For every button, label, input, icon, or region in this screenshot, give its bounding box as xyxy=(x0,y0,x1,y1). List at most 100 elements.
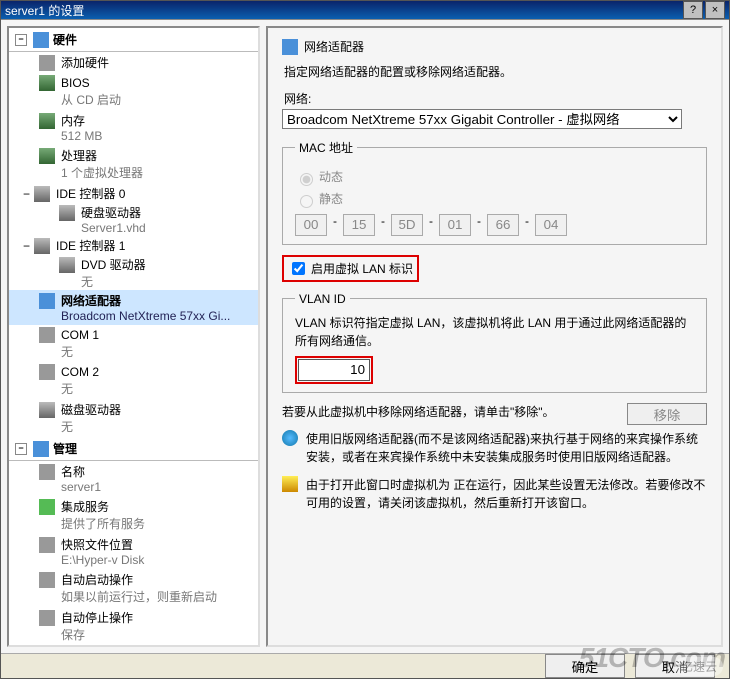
remove-button[interactable]: 移除 xyxy=(627,403,707,425)
vlan-enable-checkbox[interactable] xyxy=(292,262,305,275)
vlan-desc: VLAN 标识符指定虚拟 LAN，该虚拟机将此 LAN 用于通过此网络适配器的所… xyxy=(295,314,694,350)
tree-item-network-adapter[interactable]: 网络适配器 Broadcom NetXtreme 57xx Gi... xyxy=(9,290,258,325)
section-management-label: 管理 xyxy=(53,440,77,457)
mac-3[interactable] xyxy=(439,214,471,236)
titlebar[interactable]: server1 的设置 ? × xyxy=(1,1,729,19)
help-button[interactable]: ? xyxy=(683,1,703,19)
mac-dynamic-radio[interactable] xyxy=(300,173,313,186)
warn-message: 由于打开此窗口时虚拟机为 正在运行，因此某些设置无法修改。若要修改不可用的设置，… xyxy=(282,476,707,512)
tree-sub: 1 个虚拟处理器 xyxy=(39,164,258,181)
tree-item-bios[interactable]: BIOS 从 CD 启动 xyxy=(9,73,258,110)
tree-item-snapshot[interactable]: 快照文件位置 E:\Hyper-v Disk xyxy=(9,534,258,569)
window-title: server1 的设置 xyxy=(5,2,84,19)
tree-label: IDE 控制器 1 xyxy=(56,237,125,254)
cancel-button[interactable]: 取消 xyxy=(635,654,715,678)
tree-item-hdd[interactable]: 硬盘驱动器 Server1.vhd xyxy=(9,204,258,235)
controller-icon xyxy=(34,238,50,254)
warn-text: 由于打开此窗口时虚拟机为 正在运行，因此某些设置无法修改。若要修改不可用的设置，… xyxy=(306,476,707,512)
tree-sub: 提供了所有服务 xyxy=(39,515,258,532)
tree-sub: 保存 xyxy=(39,626,258,643)
bios-icon xyxy=(39,75,55,91)
ok-button[interactable]: 确定 xyxy=(545,654,625,678)
mac-fieldset: MAC 地址 动态 静态 - - - - - xyxy=(282,139,707,245)
tree-item-diskdrive[interactable]: 磁盘驱动器 无 xyxy=(9,399,258,437)
tree-label: 硬盘驱动器 xyxy=(81,204,141,221)
tree-item-dvd[interactable]: DVD 驱动器 无 xyxy=(9,256,258,290)
tree-item-ide1[interactable]: − IDE 控制器 1 xyxy=(9,235,258,256)
remove-row: 若要从此虚拟机中移除网络适配器，请单击"移除"。 移除 xyxy=(282,403,707,420)
add-hardware-icon xyxy=(39,55,55,71)
collapse-icon[interactable]: − xyxy=(15,443,27,455)
autostart-icon xyxy=(39,572,55,588)
mac-dynamic-row: 动态 xyxy=(295,168,694,186)
tree-sub: 无 xyxy=(39,380,258,397)
mac-2[interactable] xyxy=(391,214,423,236)
cpu-icon xyxy=(39,148,55,164)
tree-label: IDE 控制器 0 xyxy=(56,185,125,202)
com-icon xyxy=(39,364,55,380)
vlan-id-input[interactable] xyxy=(298,359,370,381)
vlan-enable-row: 启用虚拟 LAN 标识 xyxy=(282,255,707,282)
detail-panel: 网络适配器 指定网络适配器的配置或移除网络适配器。 网络: Broadcom N… xyxy=(266,26,723,647)
tree-sub: 512 MB xyxy=(39,129,258,143)
mac-5[interactable] xyxy=(535,214,567,236)
info-text: 使用旧版网络适配器(而不是该网络适配器)来执行基于网络的来宾操作系统安装，或者在… xyxy=(306,430,707,466)
name-icon xyxy=(39,464,55,480)
section-management[interactable]: − 管理 xyxy=(9,437,258,461)
tree-sub: 从 CD 启动 xyxy=(39,91,258,108)
nic-icon xyxy=(282,39,298,55)
hdd-icon xyxy=(59,205,75,221)
tree-item-autostart[interactable]: 自动启动操作 如果以前运行过，则重新启动 xyxy=(9,569,258,607)
tree-sub: E:\Hyper-v Disk xyxy=(39,553,258,567)
tree-label: 添加硬件 xyxy=(61,54,109,71)
tree-label: 磁盘驱动器 xyxy=(61,401,121,418)
integration-icon xyxy=(39,499,55,515)
vlan-enable-label: 启用虚拟 LAN 标识 xyxy=(311,260,413,277)
tree-item-processor[interactable]: 处理器 1 个虚拟处理器 xyxy=(9,145,258,183)
tree-item-name[interactable]: 名称 server1 xyxy=(9,461,258,496)
left-tree[interactable]: − 硬件 添加硬件 BIOS 从 CD 启动 内存 512 MB 处理器 1 个… xyxy=(7,26,260,647)
tree-label: 自动启动操作 xyxy=(61,571,133,588)
tree-sub: Broadcom NetXtreme 57xx Gi... xyxy=(39,309,258,323)
collapse-icon[interactable]: − xyxy=(15,34,27,46)
panel-desc: 指定网络适配器的配置或移除网络适配器。 xyxy=(284,63,705,80)
mac-static-radio[interactable] xyxy=(300,195,313,208)
hardware-icon xyxy=(33,32,49,48)
network-label: 网络: xyxy=(284,90,705,107)
dialog-footer: 确定 取消 xyxy=(1,653,729,678)
tree-item-com2[interactable]: COM 2 无 xyxy=(9,362,258,399)
tree-label: BIOS xyxy=(61,76,90,90)
highlight-box: 启用虚拟 LAN 标识 xyxy=(282,255,419,282)
network-select[interactable]: Broadcom NetXtreme 57xx Gigabit Controll… xyxy=(282,109,682,129)
mac-0[interactable] xyxy=(295,214,327,236)
radio-label: 静态 xyxy=(319,192,343,206)
tree-item-ide0[interactable]: − IDE 控制器 0 xyxy=(9,183,258,204)
tree-sub: 无 xyxy=(59,273,258,290)
mac-1[interactable] xyxy=(343,214,375,236)
section-hardware[interactable]: − 硬件 xyxy=(9,28,258,52)
highlight-box xyxy=(295,356,373,384)
tree-item-add-hardware[interactable]: 添加硬件 xyxy=(9,52,258,73)
section-hardware-label: 硬件 xyxy=(53,31,77,48)
mac-boxes: - - - - - xyxy=(295,214,694,236)
collapse-icon[interactable]: − xyxy=(23,187,30,201)
tree-label: 网络适配器 xyxy=(61,294,121,308)
close-button[interactable]: × xyxy=(705,1,725,19)
mac-4[interactable] xyxy=(487,214,519,236)
tree-sub: 无 xyxy=(39,418,258,435)
tree-label: COM 2 xyxy=(61,365,99,379)
collapse-icon[interactable]: − xyxy=(23,239,30,253)
tree-item-com1[interactable]: COM 1 无 xyxy=(9,325,258,362)
panel-title: 网络适配器 xyxy=(304,38,364,55)
tree-label: 自动停止操作 xyxy=(61,609,133,626)
tree-label: 内存 xyxy=(61,112,85,129)
settings-window: server1 的设置 ? × − 硬件 添加硬件 BIOS 从 CD 启动 内… xyxy=(0,0,730,679)
vlan-legend: VLAN ID xyxy=(295,292,350,306)
tree-item-autostop[interactable]: 自动停止操作 保存 xyxy=(9,607,258,645)
tree-item-memory[interactable]: 内存 512 MB xyxy=(9,110,258,145)
mac-legend: MAC 地址 xyxy=(295,139,357,156)
warning-icon xyxy=(282,476,298,492)
vlan-fieldset: VLAN ID VLAN 标识符指定虚拟 LAN，该虚拟机将此 LAN 用于通过… xyxy=(282,292,707,393)
tree-item-integration[interactable]: 集成服务 提供了所有服务 xyxy=(9,496,258,534)
tree-label: 处理器 xyxy=(61,147,97,164)
